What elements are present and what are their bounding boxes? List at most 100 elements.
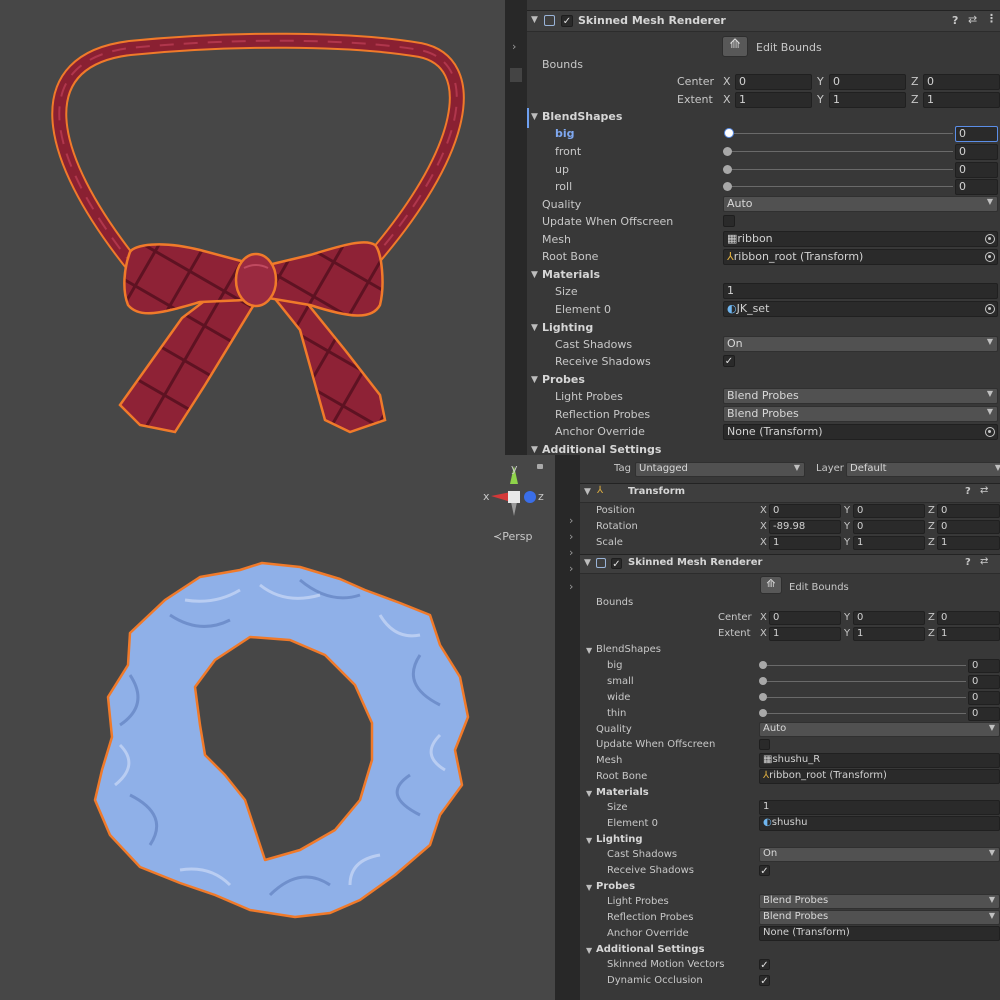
- extent-y-field[interactable]: 1: [853, 627, 925, 641]
- blendshape-value-front[interactable]: 0: [955, 144, 998, 160]
- scale-y-field[interactable]: 1: [853, 536, 925, 550]
- blendshape-knob-front[interactable]: [723, 147, 732, 156]
- blendshape-value-big[interactable]: 0: [955, 126, 998, 142]
- skinned-motion-checkbox[interactable]: ✓: [759, 959, 770, 971]
- lock-icon[interactable]: [537, 464, 543, 469]
- size-field[interactable]: 1: [759, 800, 1000, 815]
- blendshape-value-roll[interactable]: 0: [955, 179, 998, 195]
- tag-dropdown[interactable]: Untagged: [635, 462, 805, 477]
- foldout-lighting-icon[interactable]: ▼: [586, 836, 592, 845]
- root-bone-field[interactable]: ⅄ribbon_root (Transform): [723, 249, 998, 265]
- quality-dropdown[interactable]: Auto: [723, 196, 998, 212]
- chevron-right-icon[interactable]: ›: [569, 530, 573, 543]
- blendshape-value-wide[interactable]: 0: [968, 691, 1000, 705]
- foldout-additional-icon[interactable]: ▼: [531, 445, 538, 455]
- quality-dropdown[interactable]: Auto: [759, 722, 1000, 737]
- blendshape-slider-thin[interactable]: [763, 713, 966, 714]
- materials-label[interactable]: Materials: [596, 787, 649, 798]
- blendshape-value-up[interactable]: 0: [955, 162, 998, 178]
- materials-label[interactable]: Materials: [542, 268, 600, 281]
- lighting-label[interactable]: Lighting: [542, 321, 593, 334]
- extent-x-field[interactable]: 1: [735, 92, 812, 108]
- collapse-arrow-icon[interactable]: ▼: [531, 15, 538, 25]
- foldout-materials-icon[interactable]: ▼: [586, 789, 592, 798]
- blendshape-knob-small[interactable]: [759, 677, 767, 685]
- chevron-right-icon[interactable]: ›: [569, 562, 573, 575]
- center-y-field[interactable]: 0: [829, 74, 906, 90]
- root-bone-picker-icon[interactable]: [985, 252, 995, 262]
- blendshapes-label[interactable]: BlendShapes: [596, 644, 661, 655]
- blendshape-slider-wide[interactable]: [763, 697, 966, 698]
- component-header-top[interactable]: ▼ ✓ Skinned Mesh Renderer ? ⇄ ⋮: [527, 10, 1000, 32]
- help-icon[interactable]: ?: [965, 486, 971, 497]
- update-offscreen-checkbox[interactable]: [759, 739, 770, 750]
- blendshapes-label[interactable]: BlendShapes: [542, 110, 622, 123]
- receive-shadows-checkbox[interactable]: ✓: [759, 865, 770, 877]
- blendshape-knob-big[interactable]: [724, 128, 734, 138]
- lighting-label[interactable]: Lighting: [596, 834, 643, 845]
- reflection-probes-dropdown[interactable]: Blend Probes: [723, 406, 998, 422]
- anchor-override-field[interactable]: None (Transform): [759, 926, 1000, 941]
- more-icon[interactable]: ⋮: [986, 12, 997, 25]
- component-header-bottom[interactable]: ▼ ✓ Skinned Mesh Renderer ? ⇄: [580, 554, 1000, 574]
- blendshape-value-small[interactable]: 0: [968, 675, 1000, 689]
- chevron-right-icon[interactable]: ›: [569, 514, 573, 527]
- probes-label[interactable]: Probes: [542, 373, 585, 386]
- blendshape-knob-roll[interactable]: [723, 182, 732, 191]
- mesh-field[interactable]: ▦shushu_R: [759, 753, 1000, 768]
- chevron-right-icon[interactable]: ›: [512, 40, 516, 53]
- cast-shadows-dropdown[interactable]: On: [759, 847, 1000, 862]
- foldout-materials-icon[interactable]: ▼: [531, 270, 538, 280]
- mesh-picker-icon[interactable]: [985, 234, 995, 244]
- blendshape-slider-front[interactable]: [729, 151, 953, 152]
- scroll-thumb[interactable]: [510, 68, 522, 82]
- scrunchie-model[interactable]: [0, 455, 555, 1000]
- update-offscreen-checkbox[interactable]: [723, 215, 735, 227]
- receive-shadows-checkbox[interactable]: ✓: [723, 355, 735, 367]
- blendshape-slider-up[interactable]: [729, 169, 953, 170]
- anchor-override-picker-icon[interactable]: [985, 427, 995, 437]
- cast-shadows-dropdown[interactable]: On: [723, 336, 998, 352]
- foldout-blendshapes-icon[interactable]: ▼: [586, 646, 592, 655]
- ribbon-model[interactable]: [0, 0, 505, 455]
- blendshape-knob-big[interactable]: [759, 661, 767, 669]
- blendshape-value-big[interactable]: 0: [968, 659, 1000, 673]
- blendshape-slider-small[interactable]: [763, 681, 966, 682]
- foldout-additional-icon[interactable]: ▼: [586, 946, 592, 955]
- position-z-field[interactable]: 0: [937, 504, 1000, 518]
- element0-field[interactable]: ◐JK_set: [723, 301, 998, 317]
- scene-viewport-top[interactable]: [0, 0, 505, 455]
- center-z-field[interactable]: 0: [923, 74, 1000, 90]
- root-bone-field[interactable]: ⅄ribbon_root (Transform): [759, 769, 1000, 784]
- size-field[interactable]: 1: [723, 283, 998, 299]
- foldout-probes-icon[interactable]: ▼: [531, 375, 538, 385]
- extent-z-field[interactable]: 1: [937, 627, 1000, 641]
- light-probes-dropdown[interactable]: Blend Probes: [759, 894, 1000, 909]
- extent-z-field[interactable]: 1: [923, 92, 1000, 108]
- persp-label[interactable]: ≺Persp: [493, 530, 532, 543]
- extent-x-field[interactable]: 1: [769, 627, 841, 641]
- settings-icon[interactable]: ⇄: [968, 13, 977, 26]
- blendshape-knob-thin[interactable]: [759, 709, 767, 717]
- rotation-z-field[interactable]: 0: [937, 520, 1000, 534]
- additional-settings-label[interactable]: Additional Settings: [596, 944, 705, 955]
- help-icon[interactable]: ?: [965, 557, 971, 568]
- position-y-field[interactable]: 0: [853, 504, 925, 518]
- collapse-arrow-icon[interactable]: ▼: [584, 558, 591, 568]
- blendshape-knob-up[interactable]: [723, 165, 732, 174]
- component-enabled-checkbox[interactable]: ✓: [611, 558, 622, 570]
- blendshape-value-thin[interactable]: 0: [968, 707, 1000, 721]
- scale-z-field[interactable]: 1: [937, 536, 1000, 550]
- reflection-probes-dropdown[interactable]: Blend Probes: [759, 910, 1000, 925]
- blendshape-slider-roll[interactable]: [729, 186, 953, 187]
- chevron-right-icon[interactable]: ›: [569, 546, 573, 559]
- foldout-blendshapes-icon[interactable]: ▼: [531, 112, 538, 122]
- help-icon[interactable]: ?: [952, 14, 958, 27]
- scale-x-field[interactable]: 1: [769, 536, 841, 550]
- collapse-arrow-icon[interactable]: ▼: [584, 487, 591, 497]
- chevron-right-icon[interactable]: ›: [569, 580, 573, 593]
- edit-bounds-button[interactable]: ⟰: [722, 36, 748, 57]
- edit-bounds-button[interactable]: ⟰: [760, 576, 782, 594]
- center-x-field[interactable]: 0: [735, 74, 812, 90]
- scene-gizmo[interactable]: y x z ≺Persp: [483, 460, 553, 543]
